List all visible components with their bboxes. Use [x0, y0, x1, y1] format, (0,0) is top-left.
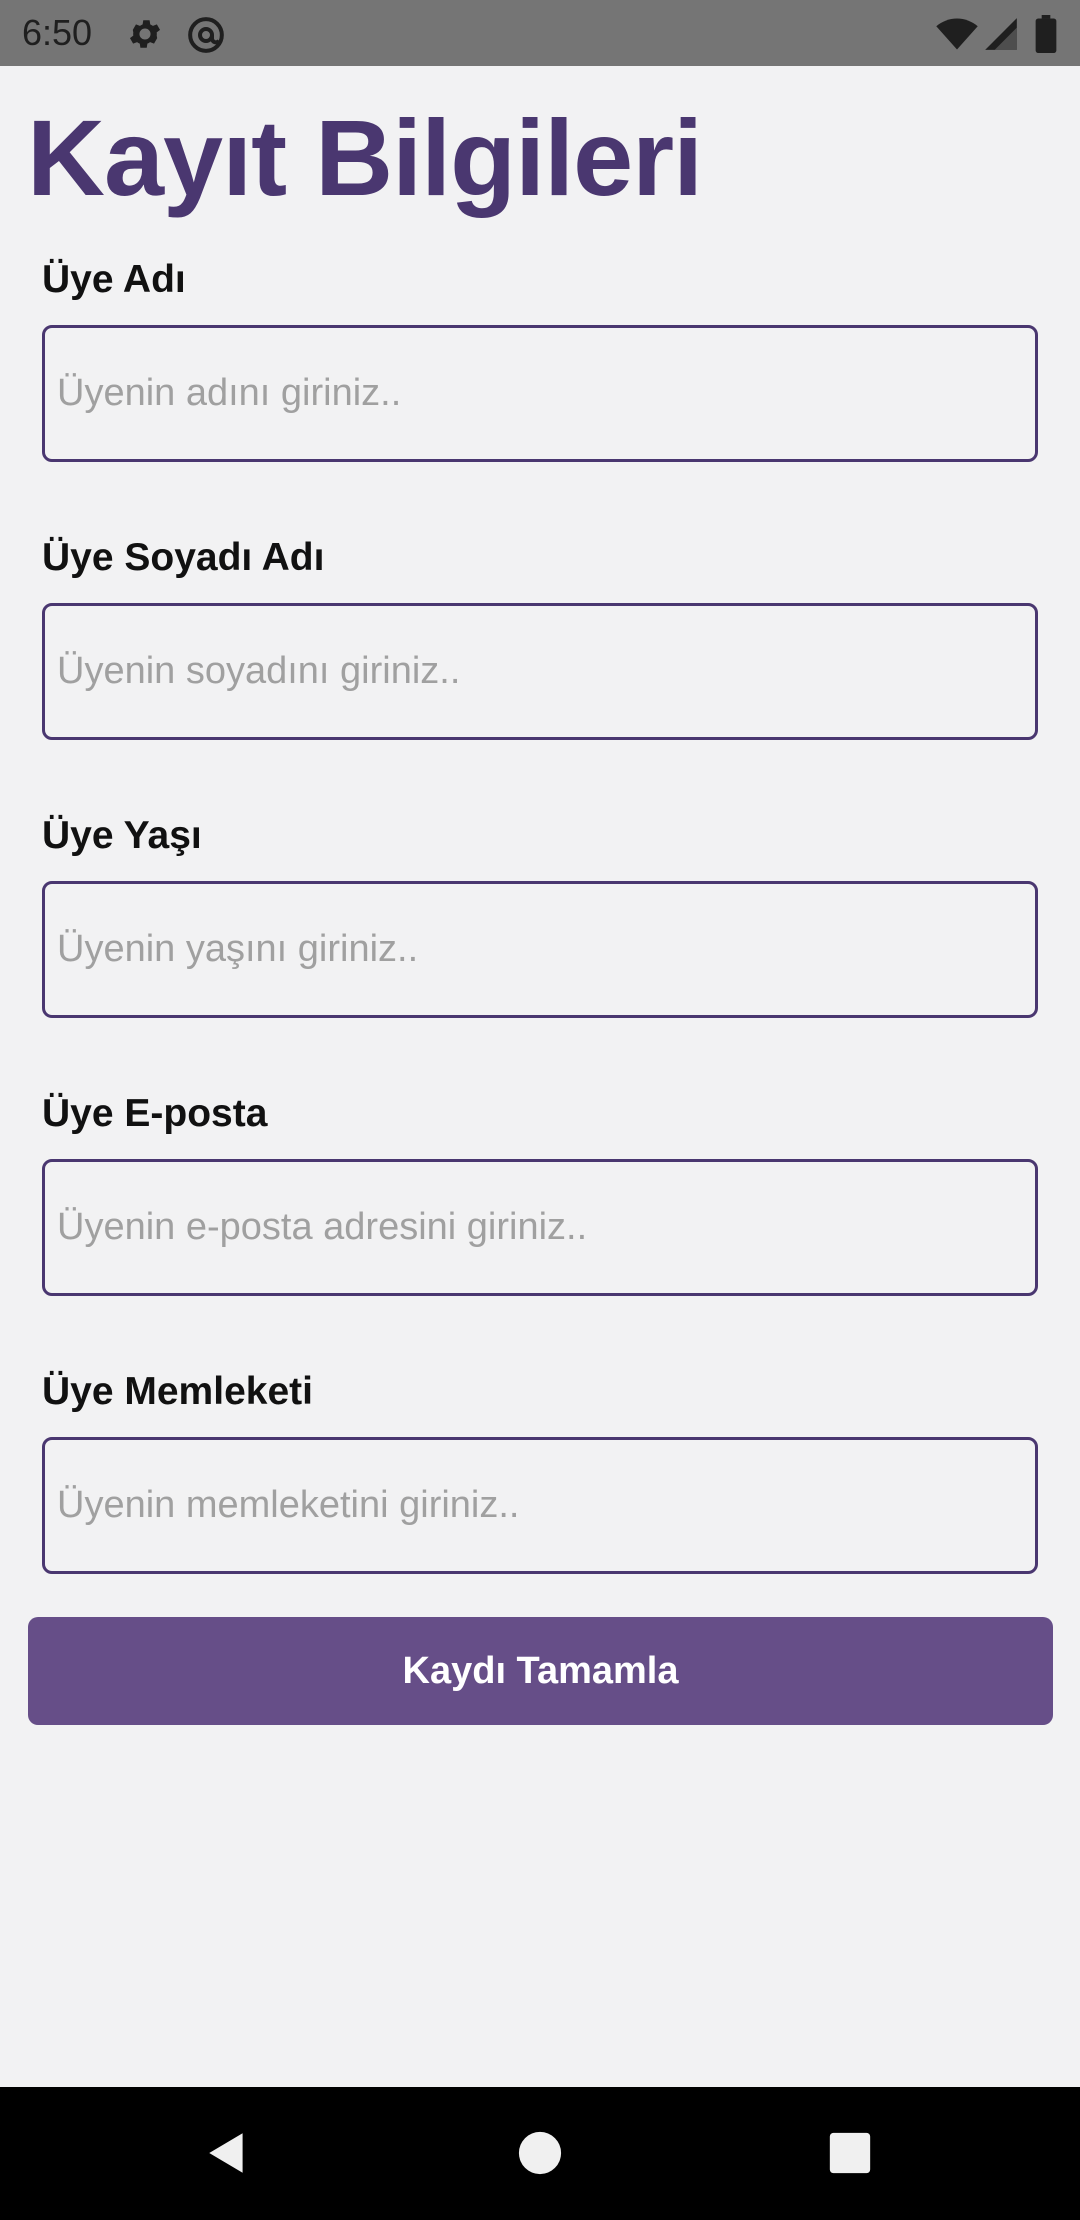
home-icon[interactable]	[498, 2111, 582, 2195]
signal-icon	[982, 15, 1020, 53]
status-bar: 6:50	[0, 0, 1080, 66]
field-label-first-name: Üye Adı	[42, 258, 186, 301]
battery-icon	[1034, 15, 1058, 54]
field-label-last-name: Üye Soyadı Adı	[42, 536, 325, 579]
field-label-age: Üye Yaşı	[42, 814, 202, 857]
age-input[interactable]	[42, 881, 1038, 1018]
field-label-email: Üye E-posta	[42, 1092, 268, 1135]
last-name-input[interactable]	[42, 603, 1038, 740]
back-icon[interactable]	[186, 2111, 270, 2195]
recents-icon[interactable]	[808, 2111, 892, 2195]
email-input[interactable]	[42, 1159, 1038, 1296]
wifi-icon	[936, 15, 978, 53]
hometown-input[interactable]	[42, 1437, 1038, 1574]
at-sign-icon	[186, 15, 224, 53]
navigation-bar	[0, 2087, 1080, 2220]
first-name-input[interactable]	[42, 325, 1038, 462]
settings-icon	[126, 15, 164, 53]
field-label-hometown: Üye Memleketi	[42, 1370, 313, 1413]
complete-registration-button[interactable]: Kaydı Tamamla	[28, 1617, 1053, 1725]
page-title: Kayıt Bilgileri	[27, 97, 703, 218]
status-time: 6:50	[22, 12, 93, 53]
